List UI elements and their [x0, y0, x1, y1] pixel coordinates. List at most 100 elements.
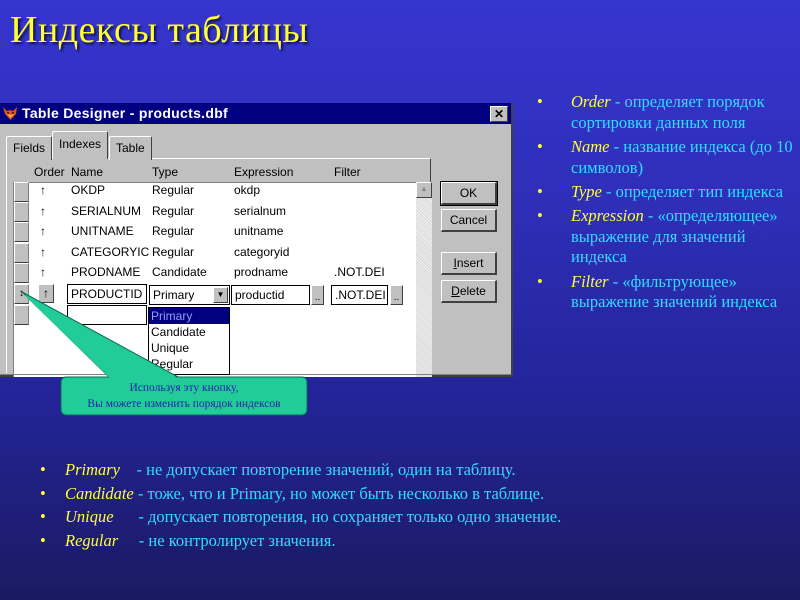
ok-button[interactable]: OK: [440, 181, 498, 206]
type-option-candidate[interactable]: Candidate: [149, 324, 229, 340]
bullet-icon: •: [40, 483, 46, 503]
callout-line-1: Используя эту кнопку,: [129, 382, 239, 394]
list-item: • Type - определяет тип индекса: [537, 182, 797, 203]
term: Expression: [571, 206, 644, 226]
new-index-name-input[interactable]: [67, 305, 147, 325]
index-filter[interactable]: .NOT.DEI: [334, 262, 385, 282]
order-toggle-button[interactable]: ↑: [38, 284, 54, 303]
bullet-icon: •: [537, 92, 543, 111]
bullet-icon: •: [40, 530, 46, 550]
index-expression[interactable]: okdp: [234, 180, 260, 200]
index-type[interactable]: Regular: [152, 242, 194, 262]
index-expression[interactable]: categoryid: [234, 242, 289, 262]
index-type[interactable]: Candidate: [152, 262, 207, 282]
column-header-type: Type: [152, 165, 179, 179]
ascending-arrow-icon[interactable]: ↑: [40, 242, 46, 262]
bullet-icon: •: [537, 181, 543, 201]
description: - определяет тип индекса: [601, 181, 784, 201]
index-name[interactable]: SERIALNUM: [71, 201, 141, 221]
tab-table[interactable]: Table: [109, 136, 152, 160]
insert-label: nsert: [456, 256, 484, 270]
row-selector[interactable]: [14, 305, 29, 325]
column-header-order: Order: [34, 165, 65, 179]
list-item: • Regular - не контролирует значения.: [40, 529, 561, 553]
tab-indexes[interactable]: Indexes: [52, 131, 109, 159]
list-item: • Candidate - тоже, что и Primary, но мож…: [40, 482, 561, 506]
row-selector[interactable]: [14, 182, 29, 202]
term: Order: [571, 92, 611, 111]
type-option-primary[interactable]: Primary: [149, 308, 229, 324]
ascending-arrow-icon[interactable]: ↑: [40, 221, 46, 241]
row-mover-button[interactable]: ↕: [14, 284, 29, 304]
term: Primary: [65, 460, 120, 479]
filter-builder-button[interactable]: ..: [390, 285, 403, 305]
dropdown-button[interactable]: ▼: [213, 287, 228, 303]
list-item: • Name - название индекса (до 10 символов…: [537, 137, 797, 178]
ascending-arrow-icon[interactable]: ↑: [40, 201, 46, 221]
index-type-dropdown-list: Primary Candidate Unique Regular: [148, 307, 230, 375]
window-titlebar[interactable]: Table Designer - products.dbf ✕: [0, 103, 511, 124]
index-name[interactable]: PRODNAME: [71, 262, 140, 282]
index-name[interactable]: UNITNAME: [71, 221, 134, 241]
list-item: • Filter - «фильтрующее» выражение значен…: [537, 272, 797, 313]
description: - не контролирует значения.: [118, 530, 336, 550]
expression-builder-button[interactable]: ..: [311, 285, 324, 305]
index-expression[interactable]: prodname: [234, 262, 288, 282]
term: Unique: [65, 507, 114, 526]
callout-text: Используя эту кнопку, Вы можете изменить…: [62, 378, 306, 416]
scroll-up-button[interactable]: ▲: [416, 182, 432, 198]
bullet-icon: •: [537, 206, 543, 226]
list-item: • Primary - не допускает повторение значе…: [40, 458, 561, 482]
list-item: • Unique - допускает повторения, но сохра…: [40, 505, 561, 529]
index-expression[interactable]: serialnum: [234, 201, 286, 221]
delete-label: elete: [459, 284, 486, 298]
close-icon: ✕: [493, 107, 505, 121]
vertical-scrollbar[interactable]: ▲: [416, 182, 432, 377]
foxpro-fox-icon: [3, 107, 17, 120]
ascending-arrow-icon[interactable]: ↑: [40, 180, 46, 200]
delete-mnemonic: D: [451, 284, 460, 298]
column-header-filter: Filter: [334, 165, 361, 179]
description: - тоже, что и Primary, но может быть нес…: [133, 483, 545, 503]
tab-fields[interactable]: Fields: [6, 136, 53, 160]
term: Filter: [571, 271, 609, 291]
index-type-combo[interactable]: Primary ▼: [149, 285, 230, 305]
index-expression-input[interactable]: productid: [231, 285, 310, 305]
chevron-down-icon: ▼: [216, 290, 225, 299]
bullet-icon: •: [40, 507, 46, 526]
type-option-regular[interactable]: Regular: [149, 356, 229, 372]
insert-button[interactable]: Insert: [441, 252, 497, 275]
index-expression[interactable]: unitname: [234, 221, 283, 241]
delete-button[interactable]: Delete: [441, 280, 497, 303]
index-type[interactable]: Regular: [152, 180, 194, 200]
index-name[interactable]: CATEGORYIC: [71, 242, 149, 262]
term: Name: [571, 136, 610, 156]
ascending-arrow-icon[interactable]: ↑: [40, 262, 46, 282]
term: Candidate: [65, 483, 134, 503]
window-title: Table Designer - products.dbf: [22, 105, 229, 121]
move-row-icon: ↕: [19, 288, 24, 299]
triangle-up-icon: ▲: [420, 186, 428, 193]
table-designer-window: Table Designer - products.dbf ✕ Fields I…: [0, 103, 513, 377]
bullet-icon: •: [537, 271, 543, 291]
row-selector[interactable]: [14, 222, 29, 242]
term: Regular: [65, 530, 119, 550]
type-option-unique[interactable]: Unique: [149, 340, 229, 356]
term: Type: [571, 181, 602, 201]
row-selector[interactable]: [14, 263, 29, 283]
callout-line-2: Вы можете изменить порядок индексов: [87, 398, 281, 410]
row-selector[interactable]: [14, 202, 29, 222]
close-button[interactable]: ✕: [490, 106, 508, 122]
index-name[interactable]: OKDP: [71, 180, 105, 200]
list-item: • Order - определяет порядок сортировки д…: [537, 92, 797, 133]
index-type[interactable]: Regular: [152, 221, 194, 241]
description: - допускает повторения, но сохраняет тол…: [113, 507, 562, 526]
index-type[interactable]: Regular: [152, 201, 194, 221]
ascending-arrow-icon: ↑: [43, 286, 49, 300]
list-item: • Expression - «определяющее» выражение д…: [537, 206, 797, 268]
cancel-button[interactable]: Cancel: [441, 209, 497, 232]
index-name-input[interactable]: PRODUCTID: [67, 284, 147, 304]
row-selector[interactable]: [14, 243, 29, 263]
index-filter-input[interactable]: .NOT.DEI: [331, 285, 388, 305]
window-bottom-edge: [0, 374, 511, 375]
